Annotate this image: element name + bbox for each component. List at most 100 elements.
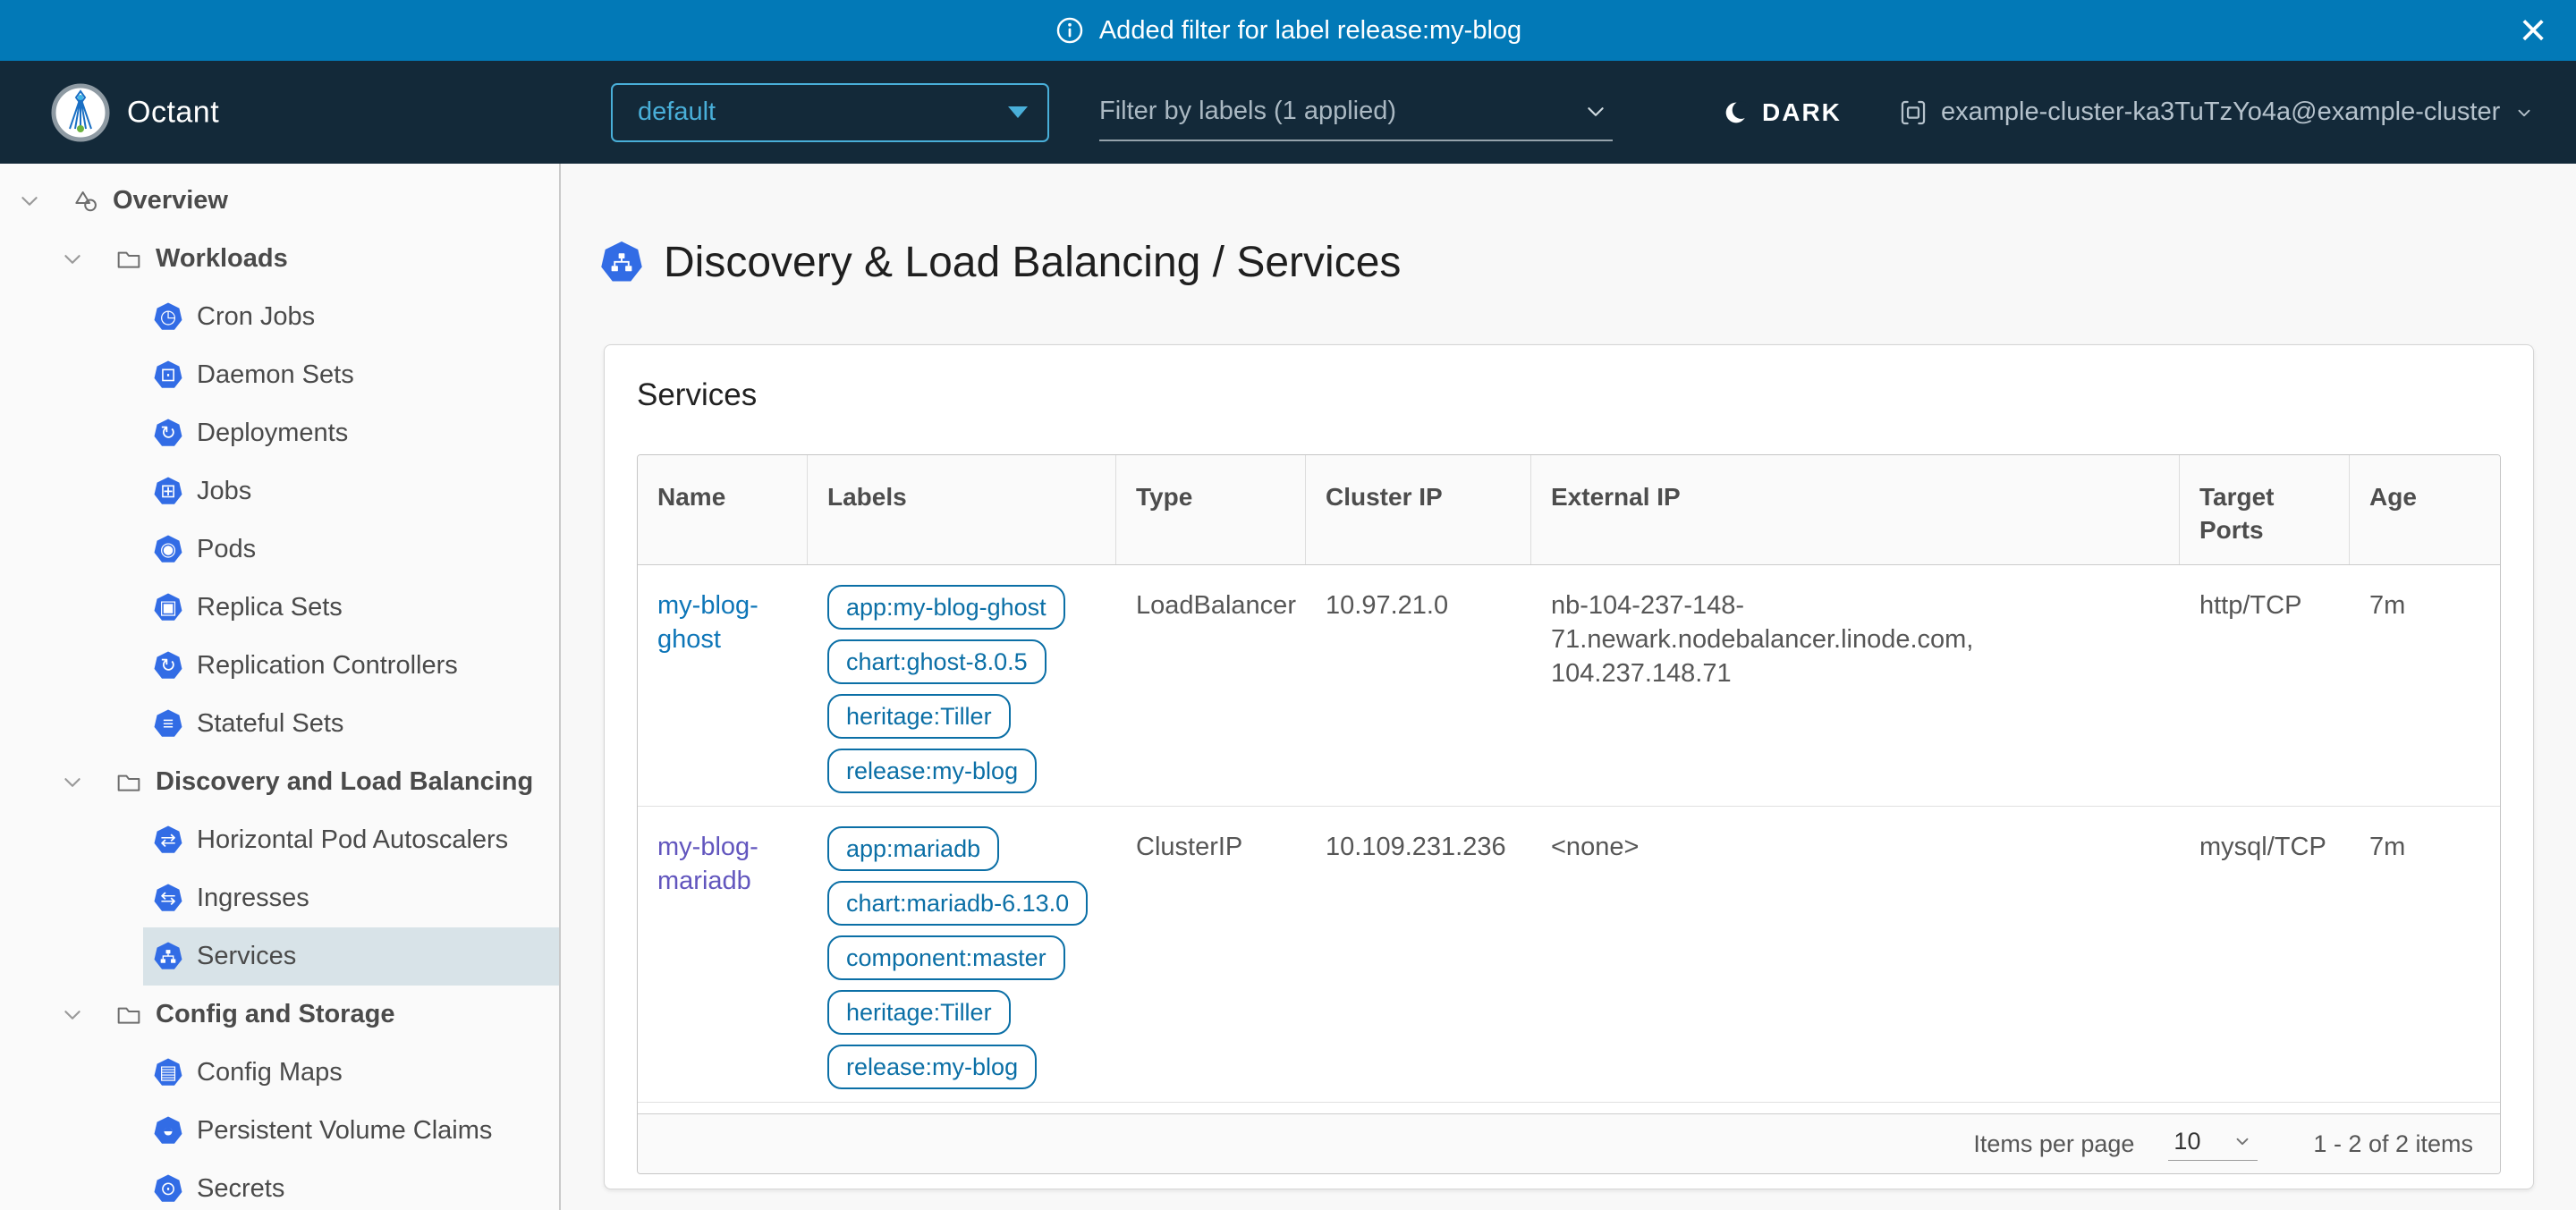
- column-header-labels: Labels: [808, 455, 1116, 564]
- cluster-select[interactable]: example-cluster-ka3TuTzYo4a@example-clus…: [1898, 97, 2534, 128]
- label-badge[interactable]: chart:mariadb-6.13.0: [827, 881, 1088, 926]
- cluster-name: example-cluster-ka3TuTzYo4a@example-clus…: [1941, 97, 2500, 127]
- sidebar-item-persistent-volume-claims[interactable]: ◒ Persistent Volume Claims: [0, 1102, 559, 1160]
- page-title: Discovery & Load Balancing / Services: [599, 238, 2576, 287]
- label-badge[interactable]: release:my-blog: [827, 749, 1037, 793]
- sidebar-item-label: Pods: [197, 535, 256, 564]
- stateful-sets-icon: ≡: [153, 709, 183, 740]
- sidebar-item-horizontal-pod-autoscalers[interactable]: ⇄ Horizontal Pod Autoscalers: [0, 811, 559, 869]
- theme-toggle-button[interactable]: DARK: [1722, 98, 1842, 127]
- main-content: Discovery & Load Balancing / Services Se…: [561, 164, 2576, 1210]
- octant-logo: [50, 82, 111, 143]
- label-filter-select[interactable]: Filter by labels (1 applied): [1099, 84, 1613, 141]
- namespace-select[interactable]: default: [611, 83, 1049, 142]
- cell-cluster-ip: 10.109.231.236: [1306, 807, 1531, 1102]
- jobs-icon: ⊞: [153, 477, 183, 507]
- table-row-my-blog-ghost: my-blog-ghost app:my-blog-ghost chart:ghos…: [638, 565, 2500, 807]
- cell-name: my-blog-mariadb: [638, 807, 808, 1102]
- sidebar-item-config-and-storage[interactable]: Config and Storage: [0, 986, 559, 1044]
- sidebar-item-replication-controllers[interactable]: ↻ Replication Controllers: [0, 637, 559, 695]
- app-title: Octant: [127, 95, 219, 130]
- sidebar-item-label: Persistent Volume Claims: [197, 1116, 492, 1146]
- cell-target-ports: mysql/TCP: [2180, 807, 2350, 1102]
- services-icon: [599, 241, 644, 285]
- column-header-age: Age: [2350, 455, 2500, 564]
- folder-icon: [114, 244, 144, 275]
- sidebar-item-overview[interactable]: Overview: [0, 172, 559, 230]
- column-header-type: Type: [1116, 455, 1306, 564]
- close-icon[interactable]: [2512, 9, 2555, 52]
- replica-sets-icon: ▣: [153, 593, 183, 623]
- sidebar-item-label: Deployments: [197, 419, 348, 448]
- cell-labels: app:my-blog-ghost chart:ghost-8.0.5 herita…: [808, 565, 1116, 806]
- sidebar-item-services[interactable]: Services: [0, 927, 559, 986]
- page-size-select[interactable]: 10: [2168, 1128, 2258, 1161]
- sidebar-item-label: Config and Storage: [156, 1000, 394, 1029]
- sidebar-item-label: Horizontal Pod Autoscalers: [197, 825, 508, 855]
- sidebar-item-label: Services: [197, 942, 296, 971]
- sidebar-item-stateful-sets[interactable]: ≡Stateful Sets: [0, 695, 559, 753]
- label-badge[interactable]: component:master: [827, 935, 1065, 980]
- folder-icon: [114, 767, 144, 798]
- column-header-external-ip: External IP: [1531, 455, 2180, 564]
- page-size-value: 10: [2174, 1128, 2200, 1155]
- label-badge[interactable]: chart:ghost-8.0.5: [827, 639, 1046, 684]
- sidebar-item-secrets[interactable]: ⊙Secrets: [0, 1160, 559, 1210]
- sidebar-item-label: Discovery and Load Balancing: [156, 767, 533, 797]
- service-name-link[interactable]: my-blog-mariadb: [657, 833, 758, 895]
- sidebar-item-jobs[interactable]: ⊞Jobs: [0, 462, 559, 520]
- persistent-volume-claims-icon: ◒: [153, 1116, 183, 1147]
- cell-labels: app:mariadb chart:mariadb-6.13.0 component…: [808, 807, 1116, 1102]
- chevron-down-icon: [1584, 100, 1607, 123]
- label-badge[interactable]: heritage:Tiller: [827, 694, 1011, 739]
- sidebar-item-ingresses[interactable]: ⇆Ingresses: [0, 869, 559, 927]
- secrets-icon: ⊙: [153, 1174, 183, 1205]
- triangle-down-icon: [1008, 106, 1028, 118]
- sidebar-item-label: Overview: [113, 186, 228, 216]
- sidebar-item-replica-sets[interactable]: ▣ Replica Sets: [0, 579, 559, 637]
- replication-controllers-icon: ↻: [153, 651, 183, 681]
- host-icon: [1898, 97, 1928, 128]
- chevron-down-icon[interactable]: [61, 1003, 84, 1027]
- cell-name: my-blog-ghost: [638, 565, 808, 806]
- notification-message: Added filter for label release:my-blog: [1099, 16, 1521, 46]
- sidebar-item-discovery-and-load-balancing[interactable]: Discovery and Load Balancing: [0, 753, 559, 811]
- chevron-down-icon[interactable]: [61, 771, 84, 794]
- info-circle-icon: [1055, 15, 1085, 46]
- cell-type: ClusterIP: [1116, 807, 1306, 1102]
- page-title-text: Discovery & Load Balancing / Services: [664, 238, 1401, 287]
- services-card: Services NameLabelsTypeCluster IPExterna…: [604, 344, 2534, 1189]
- sidebar-item-workloads[interactable]: Workloads: [0, 230, 559, 288]
- column-header-cluster-ip: Cluster IP: [1306, 455, 1531, 564]
- chevron-down-icon[interactable]: [18, 190, 41, 213]
- pagination-range: 1 - 2 of 2 items: [2313, 1130, 2473, 1158]
- label-badge[interactable]: app:my-blog-ghost: [827, 585, 1065, 630]
- sidebar-item-label: Replication Controllers: [197, 651, 458, 681]
- items-per-page-label: Items per page: [1973, 1130, 2134, 1158]
- service-name-link[interactable]: my-blog-ghost: [657, 591, 758, 654]
- ingresses-icon: ⇆: [153, 884, 183, 914]
- chevron-down-icon: [2233, 1131, 2252, 1151]
- label-badge[interactable]: release:my-blog: [827, 1045, 1037, 1089]
- label-badge[interactable]: heritage:Tiller: [827, 990, 1011, 1035]
- table-footer: Items per page 10 1 - 2 of 2 items: [638, 1113, 2500, 1173]
- cell-external-ip: <none>: [1531, 807, 2180, 1102]
- daemon-sets-icon: ⊡: [153, 360, 183, 391]
- horizontal-pod-autoscalers-icon: ⇄: [153, 825, 183, 856]
- sidebar-navigation: OverviewWorkloads◷Cron Jobs⊡Daemon Sets↻…: [0, 164, 561, 1210]
- column-header-name: Name: [638, 455, 808, 564]
- sidebar-item-pods[interactable]: ◉Pods: [0, 520, 559, 579]
- folder-icon: [114, 1000, 144, 1030]
- label-badge[interactable]: app:mariadb: [827, 826, 999, 871]
- chevron-down-icon[interactable]: [61, 248, 84, 271]
- table-header-row: NameLabelsTypeCluster IPExternal IPTarge…: [638, 455, 2500, 565]
- cell-cluster-ip: 10.97.21.0: [1306, 565, 1531, 806]
- sidebar-item-label: Replica Sets: [197, 593, 343, 622]
- sidebar-item-daemon-sets[interactable]: ⊡Daemon Sets: [0, 346, 559, 404]
- sidebar-item-config-maps[interactable]: ▤Config Maps: [0, 1044, 559, 1102]
- services-table: NameLabelsTypeCluster IPExternal IPTarge…: [637, 454, 2501, 1174]
- cell-age: 7m: [2350, 807, 2500, 1102]
- theme-toggle-label: DARK: [1762, 98, 1842, 127]
- sidebar-item-cron-jobs[interactable]: ◷Cron Jobs: [0, 288, 559, 346]
- sidebar-item-deployments[interactable]: ↻Deployments: [0, 404, 559, 462]
